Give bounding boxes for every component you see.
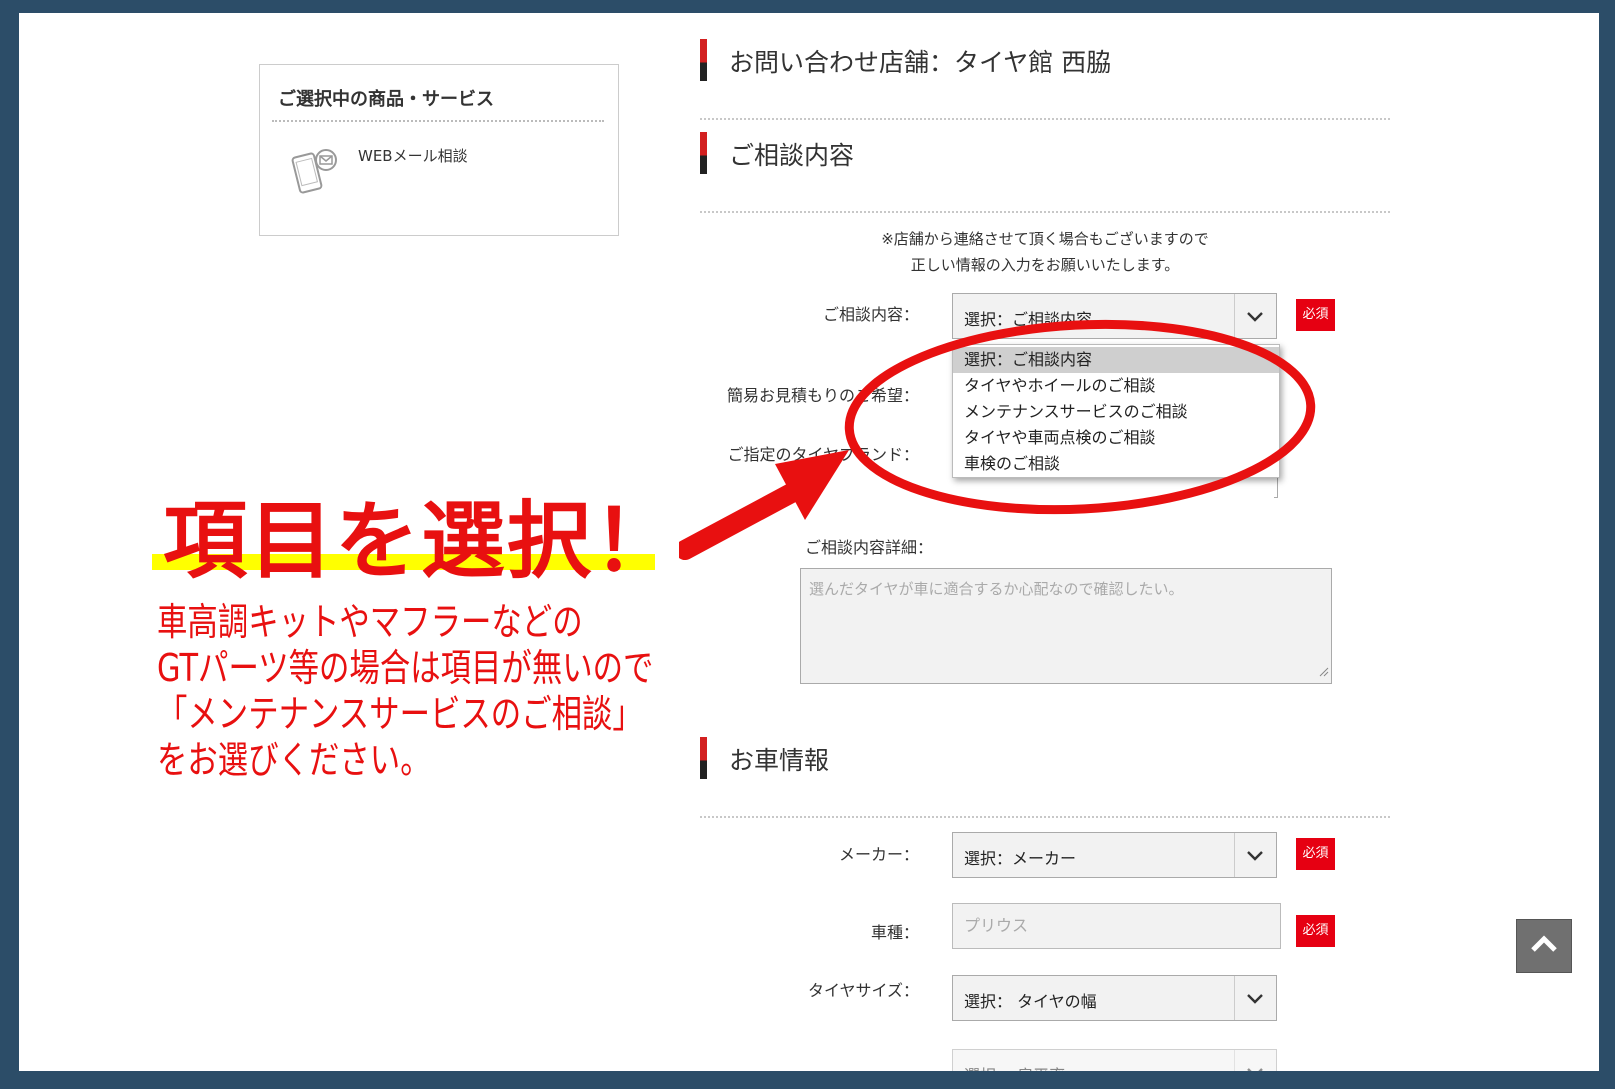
annotation-arrow (679, 450, 849, 560)
heading-bar (700, 132, 707, 174)
maker-value: 選択：メーカー (964, 849, 1077, 868)
divider (700, 118, 1390, 120)
page: ご選択中の商品・サービス WEBメール相談 お問い合わせ店舗：タイヤ館 西脇 ご… (19, 13, 1599, 1071)
heading-bar (700, 39, 707, 81)
notice-line-1: ※店舗から連絡させて頂く場合もございますので (881, 230, 1209, 248)
annotation-line-3: 「メンテナンスサービスのご相談」 (157, 692, 643, 736)
chevron-down-icon (1234, 1050, 1276, 1071)
required-badge: 必須 (1296, 915, 1335, 947)
model-input[interactable]: プリウス (952, 903, 1281, 949)
aspect-ratio-select[interactable]: 選択： 扁平率 (952, 1049, 1277, 1071)
scroll-top-button[interactable] (1516, 919, 1572, 973)
annotation-title: 項目を選択！ (163, 492, 680, 590)
car-info-heading-text: お車情報 (729, 746, 830, 775)
annotation-line-4: をお選びください。 (157, 738, 431, 782)
annotation-ellipse (844, 319, 1316, 515)
maker-select[interactable]: 選択：メーカー (952, 832, 1277, 878)
consultation-heading: ご相談内容 (700, 132, 1390, 213)
notice-text: ※店舗から連絡させて頂く場合もございますので 正しい情報の入力をお願いいたします… (700, 226, 1390, 278)
tire-width-select[interactable]: 選択： タイヤの幅 (952, 975, 1277, 1021)
store-heading-text: お問い合わせ店舗：タイヤ館 西脇 (729, 48, 1112, 77)
chevron-up-icon (1531, 935, 1557, 952)
chevron-down-icon (1234, 976, 1276, 1020)
detail-textarea[interactable]: 選んだタイヤが車に適合するか心配なので確認したい。 (800, 568, 1332, 684)
aspect-ratio-value: 選択： 扁平率 (964, 1062, 1065, 1071)
selected-product-box: ご選択中の商品・サービス WEBメール相談 (259, 64, 619, 236)
consultation-heading-text: ご相談内容 (729, 141, 855, 170)
divider (272, 120, 604, 122)
divider (700, 211, 1390, 213)
car-info-heading: お車情報 (700, 737, 1390, 818)
detail-placeholder: 選んだタイヤが車に適合するか心配なので確認したい。 (809, 580, 1184, 598)
annotation-line-2: GTパーツ等の場合は項目が無いので (157, 646, 654, 690)
resize-grip-icon[interactable] (1317, 662, 1329, 681)
model-label: 車種： (870, 923, 919, 942)
notice-line-2: 正しい情報の入力をお願いいたします。 (910, 256, 1180, 274)
divider (700, 816, 1390, 818)
store-heading: お問い合わせ店舗：タイヤ館 西脇 (700, 39, 1390, 120)
chevron-down-icon (1234, 833, 1276, 877)
tire-width-value: 選択： タイヤの幅 (964, 992, 1097, 1011)
product-name: WEBメール相談 (358, 147, 468, 165)
maker-label: メーカー： (838, 845, 919, 864)
required-badge: 必須 (1296, 838, 1335, 870)
phone-mail-icon (290, 145, 342, 201)
annotation-body: 車高調キットやマフラーなどの GTパーツ等の場合は項目が無いので 「メンテナンス… (157, 599, 653, 783)
product-box-title: ご選択中の商品・サービス (278, 89, 494, 110)
heading-bar (700, 737, 707, 779)
tire-size-label: タイヤサイズ： (807, 981, 919, 1000)
annotation-line-1: 車高調キットやマフラーなどの (157, 600, 583, 644)
